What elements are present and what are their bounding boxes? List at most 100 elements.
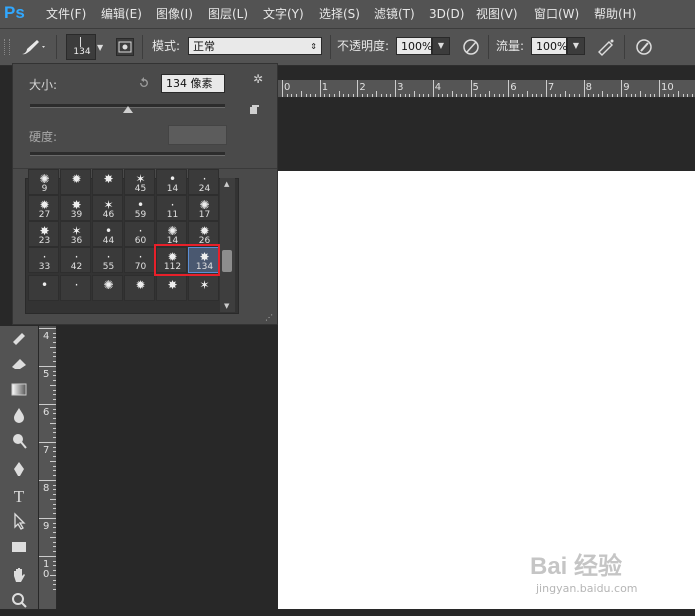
ruler-top-label: 5 [472, 82, 479, 93]
scroll-down-icon[interactable]: ▼ [224, 302, 229, 310]
scrollbar-thumb[interactable] [222, 250, 232, 272]
brush-preset[interactable]: ✺ [92, 275, 123, 301]
hand-tool[interactable] [6, 566, 32, 588]
stamp-tool[interactable] [6, 328, 32, 350]
ruler-tick [53, 588, 56, 590]
brush-preset-size: 60 [134, 236, 147, 246]
brush-preset[interactable]: ✸ [92, 169, 123, 195]
resize-grip-icon[interactable]: ⋰ [265, 314, 273, 322]
ruler-tick [39, 518, 56, 519]
zoom-tool[interactable] [6, 591, 32, 613]
brush-preset[interactable]: • 44 [92, 221, 123, 247]
ruler-tick [357, 80, 359, 97]
ruler-tick [593, 94, 594, 97]
opacity-input[interactable]: 100% [396, 37, 432, 55]
hardness-input [168, 125, 227, 145]
ruler-tick [494, 94, 495, 97]
scroll-up-icon[interactable]: ▲ [224, 180, 229, 188]
type-tool[interactable]: T [6, 486, 32, 508]
ruler-tick [654, 94, 656, 97]
ruler-tick [39, 556, 56, 557]
dodge-tool[interactable] [6, 432, 32, 454]
path-select-icon [14, 512, 26, 530]
ruler-vertical[interactable]: 4 5 6 7 8 9 1 0 [39, 326, 57, 609]
ruler-horizontal[interactable]: 0 1 2 3 4 5 6 7 8 9 10 [278, 80, 695, 98]
brush-preset[interactable]: · 24 [188, 169, 219, 195]
brush-preset[interactable]: · 33 [28, 247, 59, 273]
brush-preset[interactable]: ✶ [188, 275, 219, 301]
ruler-tick [53, 389, 56, 391]
brush-preset[interactable]: · 70 [124, 247, 155, 273]
menu-layer[interactable]: 图层(L) [208, 0, 248, 28]
flow-input[interactable]: 100% [531, 37, 567, 55]
mode-select[interactable]: 正常 ⇕ [188, 37, 322, 55]
menu-file[interactable]: 文件(F) [46, 0, 86, 28]
dodge-icon [13, 434, 27, 449]
brush-tool-preset[interactable] [18, 37, 46, 57]
brush-preset[interactable]: ✶ 46 [92, 195, 123, 221]
blur-tool[interactable] [6, 406, 32, 428]
ruler-tick [53, 351, 56, 353]
brush-panel-toggle[interactable] [116, 38, 134, 56]
airbrush-button[interactable] [596, 37, 616, 57]
brush-preset[interactable]: ✸ 23 [28, 221, 59, 247]
path-selection-tool[interactable] [6, 512, 32, 534]
brush-preset[interactable]: ✸ 39 [60, 195, 91, 221]
brush-preset[interactable]: ✸ [156, 275, 187, 301]
pressure-opacity-button[interactable] [461, 37, 481, 57]
brush-preset[interactable]: • 59 [124, 195, 155, 221]
brush-preset[interactable]: · 55 [92, 247, 123, 273]
brush-preset-size: 27 [38, 210, 51, 220]
grip-handle[interactable] [4, 39, 10, 55]
brush-preset[interactable]: ✹ 27 [28, 195, 59, 221]
eraser-tool[interactable] [6, 354, 32, 376]
brush-preset[interactable]: ✺ 17 [188, 195, 219, 221]
ruler-top-label: 6 [510, 82, 517, 93]
ruler-tick [53, 436, 56, 438]
brush-preset[interactable]: • 14 [156, 169, 187, 195]
ruler-tick [50, 498, 56, 500]
ruler-left-label: 1 0 [43, 559, 50, 580]
menu-window[interactable]: 窗口(W) [534, 0, 579, 28]
brush-preset[interactable]: · 11 [156, 195, 187, 221]
brush-preset[interactable]: · 42 [60, 247, 91, 273]
brush-preset[interactable]: ✺ 9 [28, 169, 59, 195]
pressure-size-button[interactable] [634, 37, 654, 57]
chevron-down-icon[interactable]: ▼ [97, 43, 103, 52]
menu-image[interactable]: 图像(I) [156, 0, 193, 28]
size-slider-thumb[interactable] [122, 106, 133, 113]
blur-drop-icon [14, 408, 24, 423]
brush-preset[interactable]: · [60, 275, 91, 301]
brush-preset[interactable]: ✹ [124, 275, 155, 301]
brush-size-picker[interactable]: 134 [66, 34, 96, 60]
gradient-tool[interactable] [6, 380, 32, 402]
brush-preset[interactable]: · 60 [124, 221, 155, 247]
brush-preset[interactable]: ✹ [60, 169, 91, 195]
menu-help[interactable]: 帮助(H) [594, 0, 636, 28]
brush-preset[interactable]: ✶ 36 [60, 221, 91, 247]
size-input[interactable]: 134 像素 [161, 74, 225, 93]
ruler-tick [319, 80, 321, 97]
brush-preset-size: 42 [70, 262, 83, 272]
watermark-url: jingyan.baidu.com [536, 582, 638, 595]
reset-size-button[interactable] [137, 76, 151, 90]
scrollbar[interactable]: ▲ ▼ [220, 178, 235, 312]
gear-icon[interactable]: ✲ [253, 72, 269, 86]
new-preset-icon [250, 105, 259, 114]
flow-label: 流量: [496, 39, 525, 53]
airbrush-icon [598, 39, 614, 56]
brush-preset[interactable]: • [28, 275, 59, 301]
menu-3d[interactable]: 3D(D) [429, 0, 464, 28]
pen-tool[interactable] [6, 460, 32, 482]
menu-type[interactable]: 文字(Y) [263, 0, 304, 28]
menu-view[interactable]: 视图(V) [476, 0, 518, 28]
ruler-tick [545, 80, 547, 97]
menu-select[interactable]: 选择(S) [319, 0, 360, 28]
brush-preset[interactable]: ✶ 45 [124, 169, 155, 195]
menu-filter[interactable]: 滤镜(T) [374, 0, 415, 28]
menu-edit[interactable]: 编辑(E) [101, 0, 142, 28]
flow-dropdown[interactable]: ▼ [567, 37, 585, 55]
rectangle-tool[interactable] [6, 538, 32, 560]
new-preset-button[interactable] [249, 104, 259, 114]
opacity-dropdown[interactable]: ▼ [432, 37, 450, 55]
